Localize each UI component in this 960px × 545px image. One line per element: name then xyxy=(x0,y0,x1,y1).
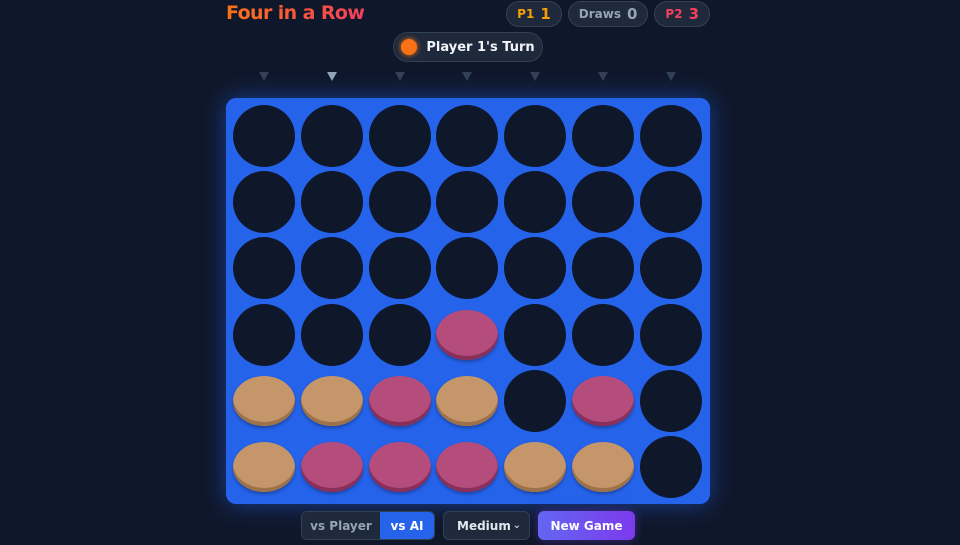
chevron-down-icon: ⌄ xyxy=(512,520,521,531)
empty-slot[interactable] xyxy=(300,171,363,234)
empty-slot[interactable] xyxy=(368,105,431,167)
empty-slot[interactable] xyxy=(572,237,634,300)
game-title: Four in a Row xyxy=(226,2,365,24)
empty-slot[interactable] xyxy=(233,105,295,167)
empty-slot[interactable] xyxy=(233,237,295,300)
player2-disc xyxy=(368,442,431,492)
turn-text: Player 1's Turn xyxy=(426,39,535,55)
p2-score-label: P2 xyxy=(665,7,683,21)
vs-ai-button[interactable]: vs AI xyxy=(380,512,434,539)
p2-score-value: 3 xyxy=(688,5,699,23)
empty-slot[interactable] xyxy=(639,369,702,432)
draws-score-badge: Draws 0 xyxy=(567,1,649,27)
drop-arrow-icon[interactable] xyxy=(394,72,405,81)
player2-disc xyxy=(368,375,431,426)
player1-disc xyxy=(572,442,634,492)
drop-arrow-icon[interactable] xyxy=(530,72,541,81)
drop-arrow-icon[interactable] xyxy=(665,72,676,81)
empty-slot[interactable] xyxy=(233,171,295,234)
drop-arrow-icon[interactable] xyxy=(462,72,473,81)
new-game-button[interactable]: New Game xyxy=(538,511,635,540)
player2-disc xyxy=(436,309,499,360)
player1-disc xyxy=(504,442,567,492)
game-controls: vs Player vs AI Medium ⌄ New Game xyxy=(301,511,635,540)
empty-slot[interactable] xyxy=(639,237,702,300)
empty-slot[interactable] xyxy=(233,303,295,366)
draws-score-value: 0 xyxy=(626,5,638,23)
empty-slot[interactable] xyxy=(436,237,499,300)
game-board xyxy=(226,98,710,504)
empty-slot[interactable] xyxy=(639,303,702,366)
header: Four in a Row P1 1 Draws 0 P2 3 xyxy=(226,0,710,28)
empty-slot[interactable] xyxy=(639,105,702,167)
empty-slot[interactable] xyxy=(504,303,567,366)
empty-slot[interactable] xyxy=(504,105,567,167)
empty-slot[interactable] xyxy=(300,303,363,366)
drop-arrow-icon[interactable] xyxy=(598,72,608,81)
empty-slot[interactable] xyxy=(368,171,431,234)
p1-score-label: P1 xyxy=(517,7,535,21)
empty-slot[interactable] xyxy=(572,171,634,234)
player1-disc xyxy=(233,442,295,492)
vs-player-button[interactable]: vs Player xyxy=(302,512,380,539)
p1-score-badge: P1 1 xyxy=(506,1,562,27)
p2-score-badge: P2 3 xyxy=(654,1,710,27)
empty-slot[interactable] xyxy=(300,237,363,300)
difficulty-select[interactable]: Medium ⌄ xyxy=(443,511,530,540)
empty-slot[interactable] xyxy=(436,171,499,234)
player2-disc xyxy=(572,375,634,426)
drop-arrow-icon[interactable] xyxy=(326,72,337,81)
column-drop-arrows xyxy=(226,72,710,86)
empty-slot[interactable] xyxy=(572,105,634,167)
empty-slot[interactable] xyxy=(368,303,431,366)
empty-slot[interactable] xyxy=(504,237,567,300)
mode-toggle: vs Player vs AI xyxy=(301,511,435,540)
turn-indicator: Player 1's Turn xyxy=(393,32,543,62)
player2-disc xyxy=(300,442,363,492)
scoreboard: P1 1 Draws 0 P2 3 xyxy=(506,1,710,27)
empty-slot[interactable] xyxy=(300,105,363,167)
empty-slot[interactable] xyxy=(639,171,702,234)
difficulty-value: Medium xyxy=(457,518,511,533)
drop-arrow-icon[interactable] xyxy=(259,72,269,81)
empty-slot[interactable] xyxy=(504,369,567,432)
player2-disc xyxy=(436,442,499,492)
p1-score-value: 1 xyxy=(540,5,551,23)
empty-slot[interactable] xyxy=(436,105,499,167)
draws-score-label: Draws xyxy=(578,7,621,21)
turn-color-dot xyxy=(401,39,418,55)
empty-slot[interactable] xyxy=(368,237,431,300)
empty-slot[interactable] xyxy=(504,171,567,234)
empty-slot[interactable] xyxy=(572,303,634,366)
player1-disc xyxy=(436,375,499,426)
player1-disc xyxy=(300,375,363,426)
empty-slot[interactable] xyxy=(639,436,702,498)
player1-disc xyxy=(233,375,295,426)
